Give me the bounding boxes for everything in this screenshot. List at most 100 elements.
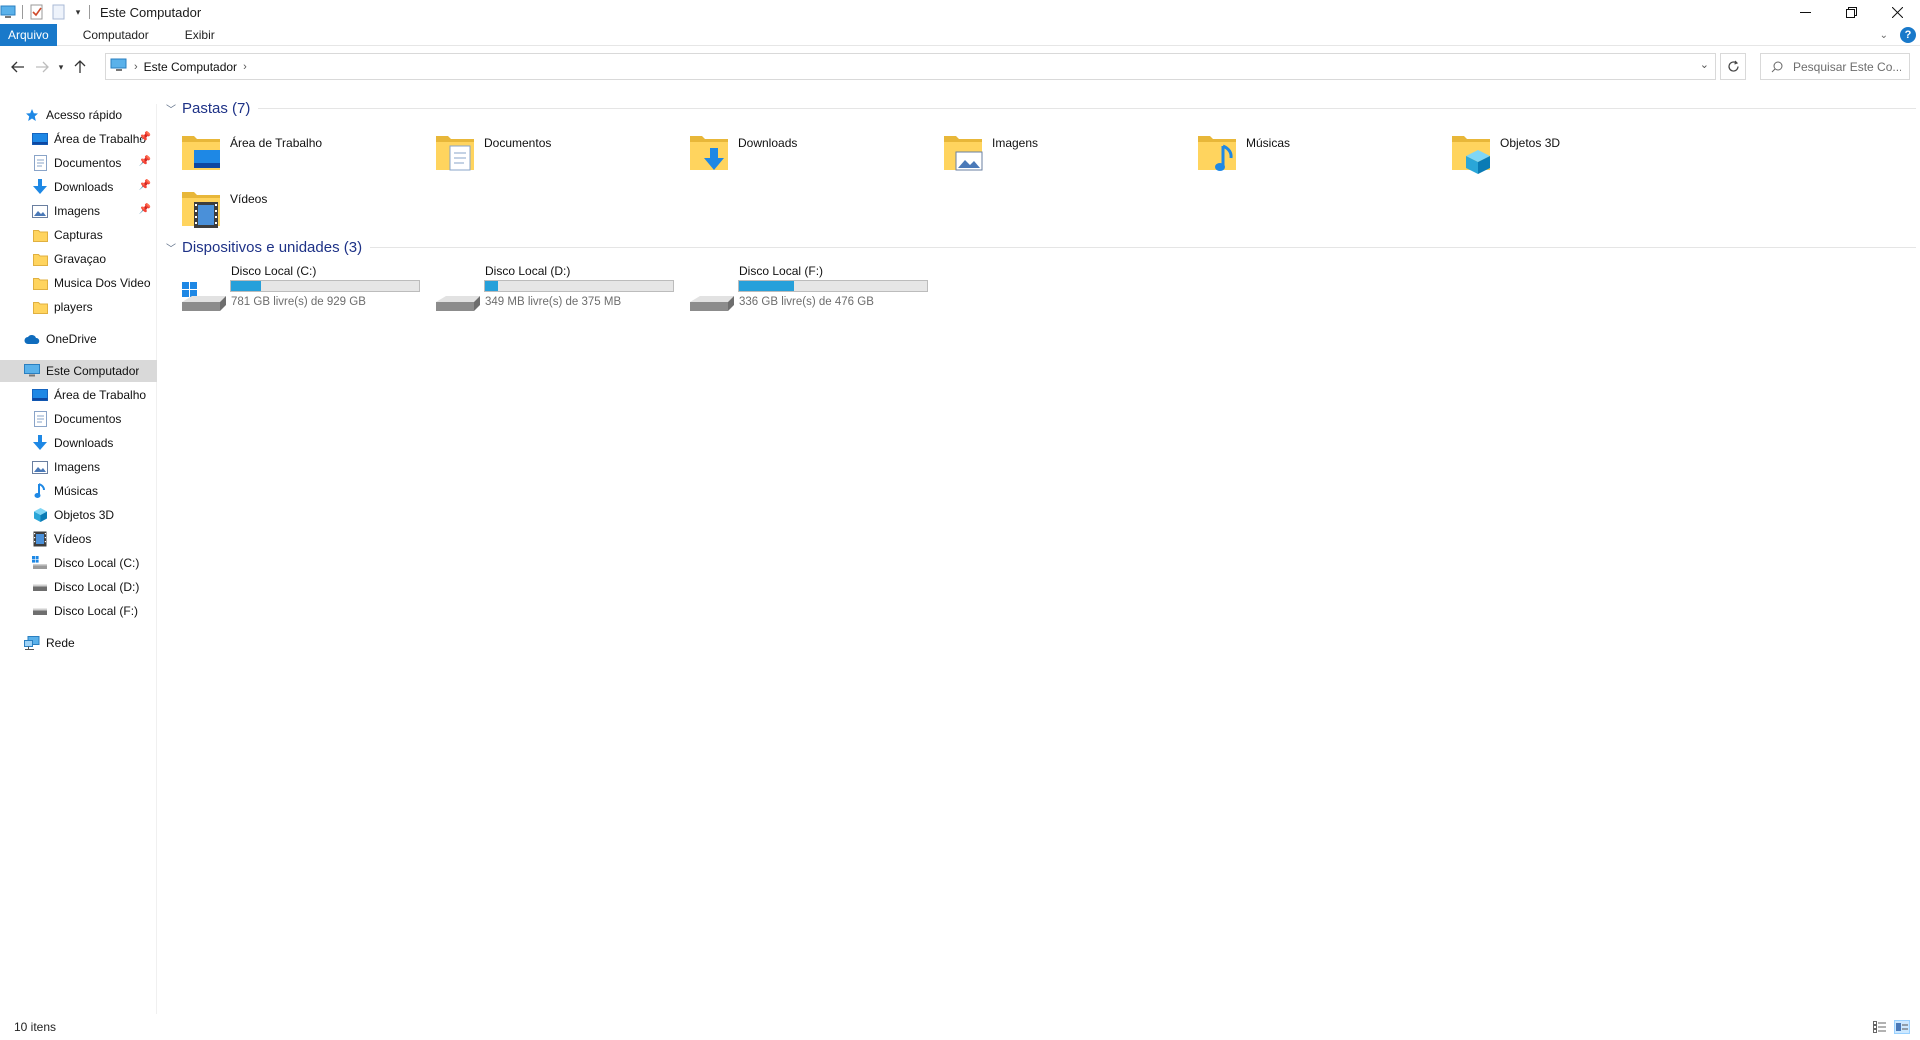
folder-imagens[interactable]: Imagens <box>920 124 1170 174</box>
folder-downloads[interactable]: Downloads <box>666 124 916 174</box>
sidebar-item-label: Musica Dos Video <box>54 276 151 290</box>
pictures-folder-icon <box>942 130 986 174</box>
sidebar-item-label: Downloads <box>54 436 114 450</box>
recent-locations-chevron-icon[interactable]: ▾ <box>54 53 68 81</box>
sidebar-item-pc-area-de-trabalho[interactable]: Área de Trabalho <box>0 384 157 406</box>
sidebar-item-pc-disco-d[interactable]: Disco Local (D:) <box>0 576 157 598</box>
back-button[interactable] <box>6 53 30 81</box>
folder-videos[interactable]: Vídeos <box>158 180 408 230</box>
address-dropdown-chevron-icon[interactable]: ⌄ <box>1700 58 1709 71</box>
refresh-button[interactable] <box>1720 53 1746 80</box>
drive-disco-d[interactable]: Disco Local (D:) 349 MB livre(s) de 375 … <box>412 264 674 314</box>
music-note-icon <box>32 483 48 499</box>
3d-objects-folder-icon <box>1450 130 1494 174</box>
sidebar-item-onedrive[interactable]: OneDrive <box>0 328 157 350</box>
sidebar-item-documentos[interactable]: Documentos 📌 <box>0 152 157 174</box>
drive-disco-f[interactable]: Disco Local (F:) 336 GB livre(s) de 476 … <box>666 264 928 314</box>
drive-name: Disco Local (D:) <box>485 264 571 278</box>
sidebar-item-pc-documentos[interactable]: Documentos <box>0 408 157 430</box>
minimize-button[interactable] <box>1782 0 1828 24</box>
tiles-view-icon <box>1896 1023 1908 1031</box>
tab-exibir[interactable]: Exibir <box>173 24 227 46</box>
drive-usage-fill <box>739 281 794 291</box>
drive-disco-c[interactable]: Disco Local (C:) 781 GB livre(s) de 929 … <box>158 264 420 314</box>
folder-name: Músicas <box>1246 136 1291 150</box>
sidebar-item-label: players <box>54 300 93 314</box>
tab-computador[interactable]: Computador <box>71 24 161 46</box>
window-controls <box>1782 0 1920 24</box>
forward-button[interactable] <box>30 53 54 81</box>
documents-icon <box>32 411 48 427</box>
sidebar-item-pc-objetos-3d[interactable]: Objetos 3D <box>0 504 157 526</box>
up-button[interactable] <box>68 53 92 81</box>
sidebar-item-pc-videos[interactable]: Vídeos <box>0 528 157 550</box>
search-icon <box>1771 61 1783 72</box>
tab-arquivo[interactable]: Arquivo <box>0 23 57 46</box>
sidebar-item-quick-access[interactable]: Acesso rápido <box>0 104 157 126</box>
folder-name: Área de Trabalho <box>230 136 323 150</box>
help-icon[interactable]: ? <box>1900 27 1916 43</box>
sidebar-item-area-de-trabalho[interactable]: Área de Trabalho 📌 <box>0 128 157 150</box>
sidebar-item-imagens[interactable]: Imagens 📌 <box>0 200 157 222</box>
search-input[interactable] <box>1793 59 1901 74</box>
sidebar-item-musica-dos-video[interactable]: Musica Dos Video <box>0 272 157 294</box>
sidebar-item-pc-downloads[interactable]: Downloads <box>0 432 157 454</box>
folder-objetos-3d[interactable]: Objetos 3D <box>1428 124 1678 174</box>
breadcrumb-chevron-icon[interactable]: › <box>243 61 247 73</box>
collapse-chevron-icon[interactable]: ﹀ <box>166 101 176 116</box>
sidebar-item-label: Capturas <box>54 228 103 242</box>
sidebar-item-pc-imagens[interactable]: Imagens <box>0 456 157 478</box>
hard-drive-icon <box>434 280 480 314</box>
details-view-button[interactable] <box>1872 1020 1888 1034</box>
computer-icon[interactable] <box>0 4 16 20</box>
customize-toolbar-chevron-icon[interactable]: ▾ <box>73 4 83 20</box>
sidebar-item-pc-musicas[interactable]: Músicas <box>0 480 157 502</box>
sidebar-item-label: Área de Trabalho <box>54 132 147 146</box>
sidebar-item-pc-disco-f[interactable]: Disco Local (F:) <box>0 600 157 622</box>
folder-name: Documentos <box>484 136 552 150</box>
collapse-chevron-icon[interactable]: ﹀ <box>166 240 176 255</box>
group-title: Pastas (7) <box>182 99 251 117</box>
drive-free-space: 349 MB livre(s) de 375 MB <box>485 296 622 308</box>
expand-ribbon-chevron-icon[interactable]: ⌄ <box>1880 30 1888 41</box>
ribbon-right-controls: ⌄ ? <box>1880 24 1920 46</box>
search-box[interactable] <box>1760 53 1910 80</box>
sidebar-item-label: Gravaçao <box>54 252 107 266</box>
new-folder-icon[interactable] <box>51 4 67 20</box>
folder-name: Downloads <box>738 136 798 150</box>
sidebar-item-rede[interactable]: Rede <box>0 632 157 654</box>
desktop-icon <box>32 131 48 147</box>
address-bar[interactable]: › Este Computador › ⌄ <box>105 53 1716 80</box>
pin-icon: 📌 <box>138 180 151 191</box>
ribbon-tabs: Arquivo Computador Exibir ⌄ ? <box>0 23 1920 46</box>
folder-musicas[interactable]: Músicas <box>1174 124 1424 174</box>
group-divider <box>258 107 1916 109</box>
computer-icon <box>24 363 40 379</box>
windows-drive-icon <box>32 555 48 571</box>
sidebar-item-label: OneDrive <box>46 332 97 346</box>
breadcrumb[interactable]: Este Computador <box>144 60 237 74</box>
sidebar-item-pc-disco-c[interactable]: Disco Local (C:) <box>0 552 157 574</box>
sidebar-item-players[interactable]: players <box>0 296 157 318</box>
music-folder-icon <box>1196 130 1240 174</box>
sidebar-item-capturas[interactable]: Capturas <box>0 224 157 246</box>
sidebar-item-este-computador[interactable]: Este Computador <box>0 360 157 382</box>
navigation-pane: Acesso rápido Área de Trabalho 📌 Documen… <box>0 104 157 1014</box>
download-arrow-icon <box>32 179 48 195</box>
videos-folder-icon <box>180 186 224 230</box>
properties-icon[interactable] <box>29 4 45 20</box>
restore-button[interactable] <box>1828 0 1874 24</box>
folder-area-de-trabalho[interactable]: Área de Trabalho <box>158 124 408 174</box>
sidebar-item-gravacao[interactable]: Gravaçao <box>0 248 157 270</box>
folder-icon <box>32 275 48 291</box>
folder-icon <box>32 299 48 315</box>
close-button[interactable] <box>1874 0 1920 24</box>
computer-icon <box>110 58 128 75</box>
sidebar-item-downloads[interactable]: Downloads 📌 <box>0 176 157 198</box>
folder-documentos[interactable]: Documentos <box>412 124 662 174</box>
group-header-folders[interactable]: ﹀ Pastas (7) <box>166 97 1916 119</box>
tiles-view-button[interactable] <box>1894 1020 1910 1034</box>
breadcrumb-chevron-icon[interactable]: › <box>134 61 138 73</box>
group-header-devices[interactable]: ﹀ Dispositivos e unidades (3) <box>166 236 1916 258</box>
drive-name: Disco Local (C:) <box>231 264 317 278</box>
